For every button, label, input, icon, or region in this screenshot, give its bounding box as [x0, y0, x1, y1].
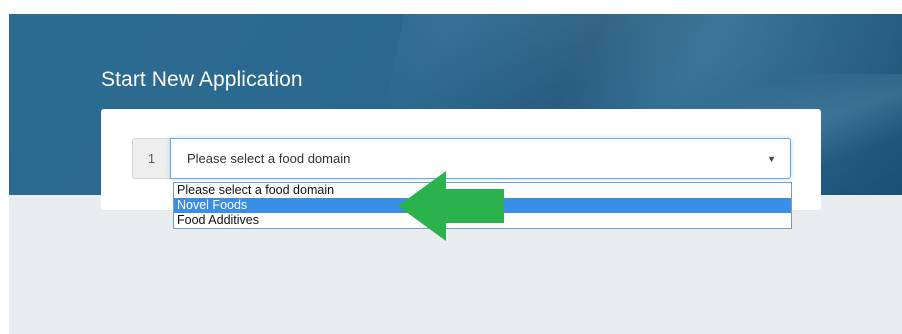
green-arrow-icon: [398, 171, 504, 241]
food-domain-select-value: Please select a food domain: [187, 151, 351, 166]
step-number-addon: 1: [132, 138, 170, 179]
page-title: Start New Application: [101, 68, 303, 91]
caret-down-icon[interactable]: ▼: [767, 154, 776, 164]
